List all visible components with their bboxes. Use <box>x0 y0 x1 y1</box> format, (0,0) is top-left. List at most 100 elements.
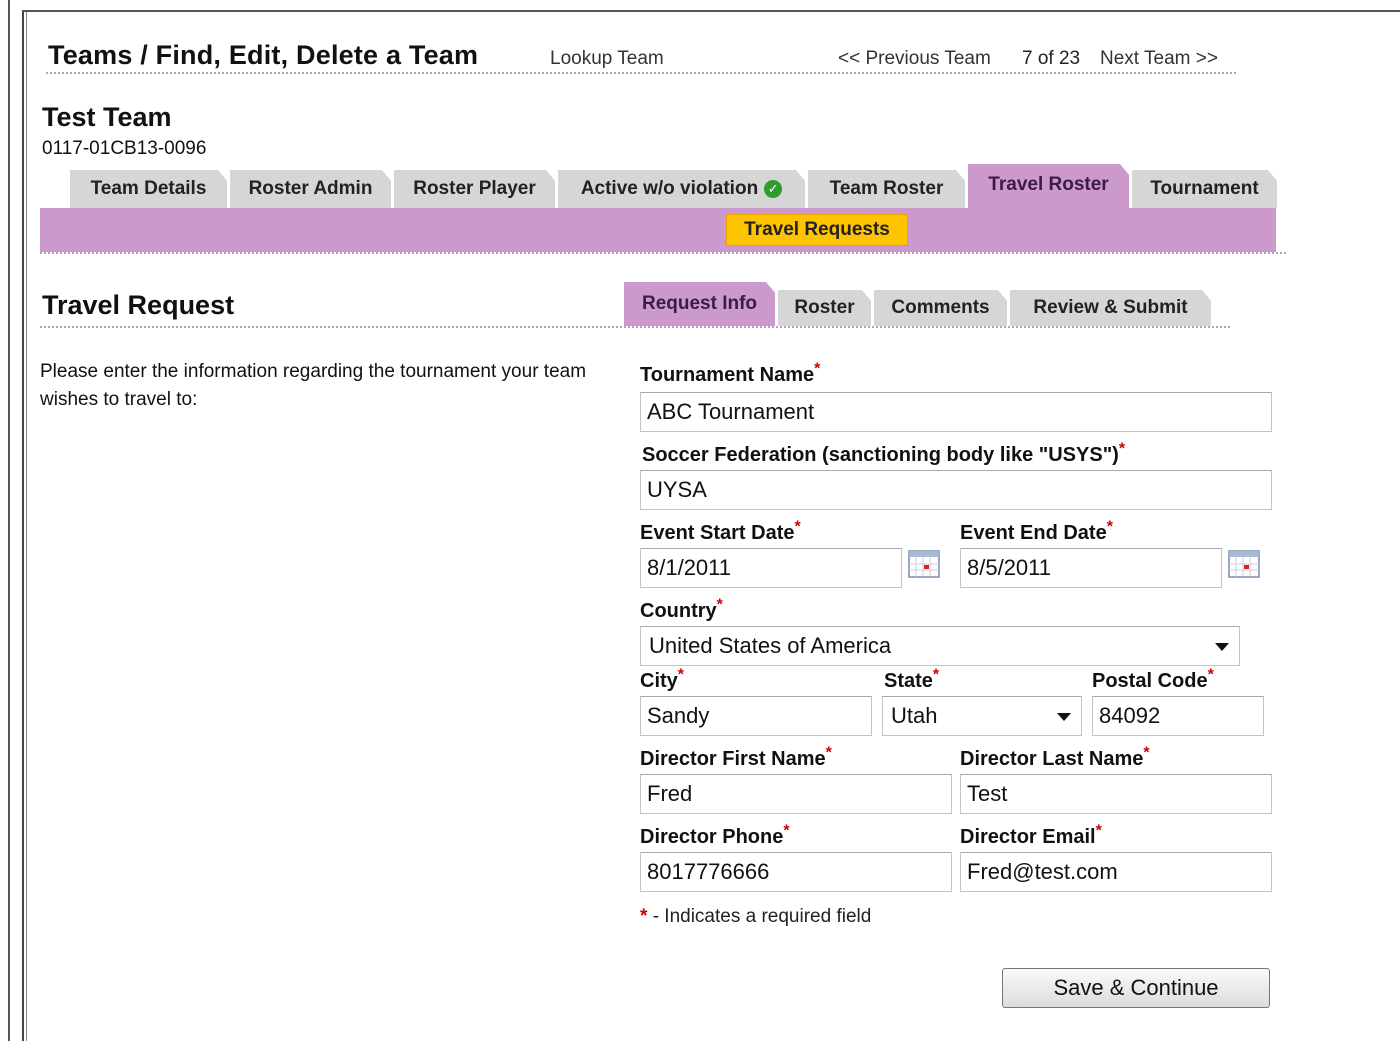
tab-label: Tournament <box>1150 178 1259 199</box>
tab-roster-player[interactable]: Roster Player <box>394 170 556 208</box>
tab-label: Active w/o violation <box>580 178 759 199</box>
tab-label: Team Roster <box>829 178 944 199</box>
save-continue-button[interactable]: Save & Continue <box>1002 968 1270 1008</box>
previous-team-link[interactable]: << Previous Team <box>838 48 991 70</box>
selected-value: Utah <box>891 703 938 728</box>
main-tab-bar: Team Details Roster Admin Roster Player … <box>70 164 1280 208</box>
state-label: State* <box>884 667 939 693</box>
chevron-down-icon <box>1057 713 1071 721</box>
label-text: Director Phone <box>640 826 784 848</box>
tournament-name-input[interactable] <box>640 392 1272 432</box>
label-text: Tournament Name <box>640 364 815 386</box>
required-marker: * <box>677 666 685 684</box>
end-date-input[interactable] <box>960 548 1222 588</box>
intro-text: Please enter the information regarding t… <box>40 361 587 410</box>
end-date-label: Event End Date* <box>960 519 1113 545</box>
required-marker: * <box>794 518 801 536</box>
team-code: 0117-01CB13-0096 <box>42 138 207 159</box>
tab-label: Roster <box>794 297 855 318</box>
required-marker: * <box>1118 440 1126 458</box>
label-text: Event Start Date <box>640 522 795 544</box>
director-phone-input[interactable] <box>640 852 952 892</box>
tab-label: Team Details <box>90 178 207 199</box>
label-text: Postal Code <box>1092 670 1208 692</box>
required-field-note: * - Indicates a required field <box>640 906 871 928</box>
subtab-travel-requests[interactable]: Travel Requests <box>726 214 908 246</box>
divider <box>40 326 1230 328</box>
director-last-name-label: Director Last Name* <box>960 745 1150 771</box>
director-last-name-input[interactable] <box>960 774 1272 814</box>
federation-input[interactable] <box>640 470 1272 510</box>
required-marker: * <box>783 822 790 840</box>
required-marker: * <box>1106 518 1113 536</box>
tab-label: Comments <box>891 297 990 318</box>
required-marker: * <box>1095 822 1102 840</box>
sub-tab-bar: Travel Requests <box>40 208 1276 252</box>
tab-label: Request Info <box>641 293 758 314</box>
check-circle-icon: ✓ <box>764 180 782 198</box>
label-text: Director First Name <box>640 748 826 770</box>
tab-label: Roster Admin <box>248 178 373 199</box>
window-top-border <box>22 10 1400 12</box>
note-text: - Indicates a required field <box>652 906 872 927</box>
calendar-icon[interactable] <box>908 550 940 578</box>
window-border-line <box>8 0 10 1041</box>
page-header: Teams / Find, Edit, Delete a Team Lookup… <box>46 38 1236 74</box>
tab-comments[interactable]: Comments <box>874 290 1008 326</box>
tab-review-submit[interactable]: Review & Submit <box>1010 290 1212 326</box>
tab-roster[interactable]: Roster <box>778 290 872 326</box>
window-border-line <box>26 10 27 1041</box>
director-first-name-input[interactable] <box>640 774 952 814</box>
required-marker: * <box>825 744 832 762</box>
team-name: Test Team <box>42 102 172 132</box>
tab-travel-roster[interactable]: Travel Roster <box>968 164 1130 208</box>
lookup-team-link[interactable]: Lookup Team <box>550 48 664 70</box>
tournament-name-label: Tournament Name* <box>640 361 820 387</box>
selected-value: United States of America <box>649 633 892 658</box>
chevron-down-icon <box>1215 643 1229 651</box>
section-title: Travel Request <box>42 290 235 320</box>
director-first-name-label: Director First Name* <box>640 745 832 771</box>
required-marker: * <box>814 360 821 378</box>
tab-team-details[interactable]: Team Details <box>70 170 228 208</box>
tab-label: Roster Player <box>413 178 536 199</box>
tab-request-info[interactable]: Request Info <box>624 282 776 326</box>
request-tab-bar: Request Info Roster Comments Review & Su… <box>624 282 1224 326</box>
label-text: State <box>884 670 933 692</box>
team-position-indicator: 7 of 23 <box>1022 48 1081 69</box>
next-team-link[interactable]: Next Team >> <box>1100 48 1218 70</box>
director-email-label: Director Email* <box>960 823 1102 849</box>
tab-label: Travel Roster <box>988 174 1109 195</box>
start-date-input[interactable] <box>640 548 902 588</box>
city-label: City* <box>640 667 684 693</box>
page-title: Teams / Find, Edit, Delete a Team <box>48 40 479 70</box>
director-phone-label: Director Phone* <box>640 823 790 849</box>
required-marker: * <box>1207 666 1214 684</box>
start-date-label: Event Start Date* <box>640 519 801 545</box>
director-email-input[interactable] <box>960 852 1272 892</box>
label-text: Soccer Federation (sanctioning body like… <box>642 444 1119 466</box>
required-marker: * <box>932 666 940 684</box>
label-text: Director Last Name <box>960 748 1144 770</box>
divider <box>40 252 1286 254</box>
city-input[interactable] <box>640 696 872 736</box>
tab-active-without-violation[interactable]: Active w/o violation ✓ <box>558 170 806 208</box>
calendar-icon[interactable] <box>1228 550 1260 578</box>
postal-code-input[interactable] <box>1092 696 1264 736</box>
tab-tournament[interactable]: Tournament <box>1132 170 1278 208</box>
window-border-line <box>22 10 24 1041</box>
country-label: Country* <box>640 597 723 623</box>
tab-roster-admin[interactable]: Roster Admin <box>230 170 392 208</box>
required-marker: * <box>1143 744 1150 762</box>
label-text: Director Email <box>960 826 1096 848</box>
postal-code-label: Postal Code* <box>1092 667 1214 693</box>
label-text: Event End Date <box>960 522 1107 544</box>
state-select[interactable]: Utah <box>882 696 1082 736</box>
tab-team-roster[interactable]: Team Roster <box>808 170 966 208</box>
label-text: Country <box>640 600 717 622</box>
federation-label: Soccer Federation (sanctioning body like… <box>642 441 1125 467</box>
window-edge <box>0 0 30 1041</box>
tab-label: Review & Submit <box>1033 297 1188 318</box>
country-select[interactable]: United States of America <box>640 626 1240 666</box>
required-marker: * <box>716 596 723 614</box>
